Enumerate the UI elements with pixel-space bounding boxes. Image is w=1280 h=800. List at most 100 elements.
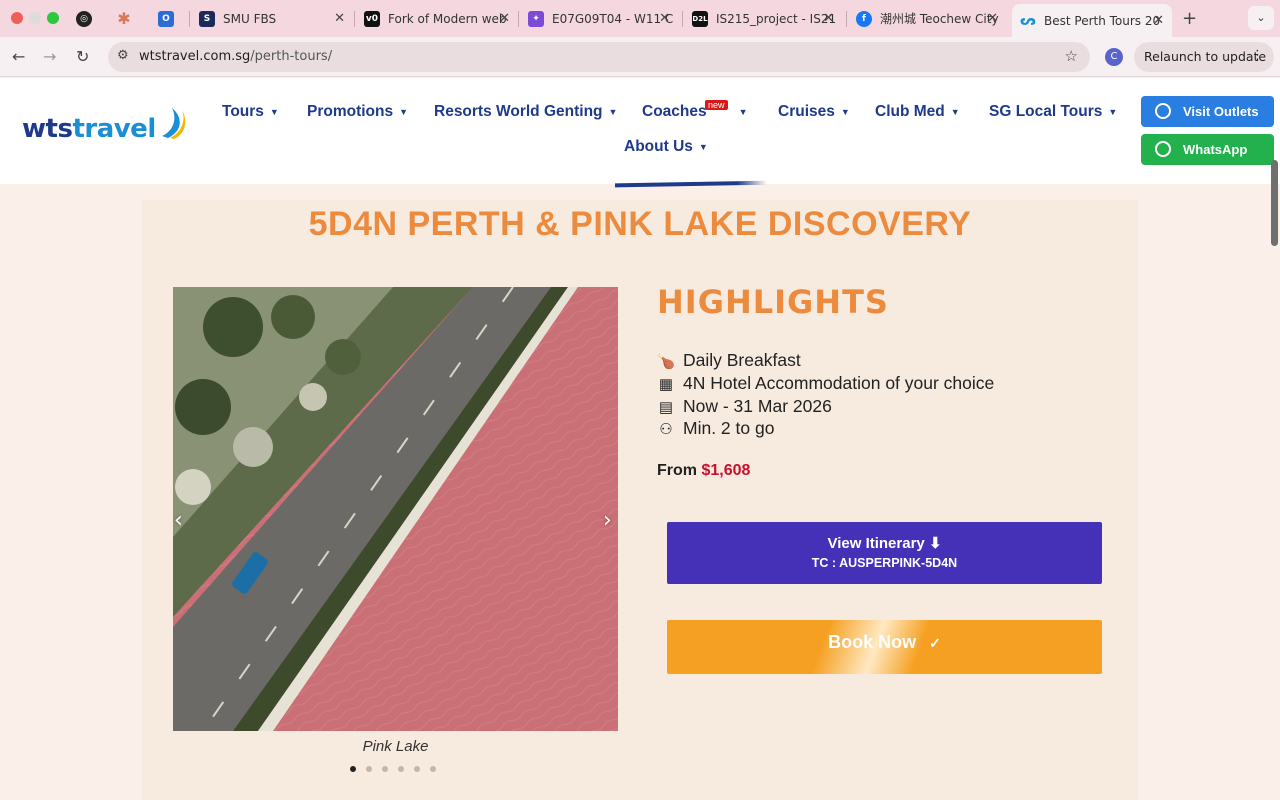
nav-about-us[interactable]: About Us ▼ [624,138,708,156]
nav-label: Resorts World Genting [434,103,603,120]
slider-next-arrow-icon[interactable]: › [603,508,612,533]
site-info-icon[interactable]: ⚙ [117,48,129,63]
tab-is215-project[interactable]: D2L IS215_project - IS21 ✕ [692,5,838,32]
app-icon: ✦ [528,10,544,27]
close-tab-icon[interactable]: ✕ [1153,13,1164,28]
pink-lake-photo [173,287,618,731]
nav-coaches[interactable]: Coaches ▼ [642,103,748,121]
slider-dot[interactable] [366,766,372,772]
url-path: /perth-tours/ [250,49,333,64]
nav-club-med[interactable]: Club Med ▼ [875,103,960,121]
download-circle-icon: ⬇ [928,535,942,552]
nav-promotions[interactable]: Promotions ▼ [307,103,408,121]
slider-dot[interactable] [350,766,356,772]
highlight-item: ▤ Now - 31 Mar 2026 [657,396,832,417]
maximize-window-button[interactable] [47,12,59,24]
caret-down-icon: ▼ [738,106,748,117]
smu-icon: S [199,10,215,27]
caret-down-icon: ▼ [269,106,279,117]
tab-teochew-city[interactable]: f 潮州城 Teochew City ✕ [856,5,1002,32]
new-badge: new [705,100,728,110]
new-tab-icon[interactable]: + [1182,8,1197,29]
site-header: wtstravel Tours ▼ Promotions ▼ Resorts Wor… [0,78,1280,184]
drumstick-icon: 🍗 [656,352,676,370]
visit-outlets-button[interactable]: Visit Outlets [1141,96,1274,127]
wts-icon: ᔕ [1020,12,1036,29]
close-tab-icon[interactable]: ✕ [334,11,345,26]
nav-tours[interactable]: Tours ▼ [222,103,279,121]
caret-down-icon: ▼ [399,106,409,117]
highlight-text: 4N Hotel Accommodation of your choice [683,373,995,393]
reload-icon[interactable]: ↻ [76,47,89,66]
tab-separator [518,11,519,27]
tab-outlook[interactable]: O [158,5,188,32]
nav-label: About Us [624,138,693,155]
minimize-window-button[interactable] [29,12,41,24]
nav-sg-local-tours[interactable]: SG Local Tours ▼ [989,103,1117,121]
page-scrollbar[interactable] [1271,160,1278,246]
close-tab-icon[interactable]: ✕ [499,11,510,26]
tour-photo-slider[interactable] [173,287,618,731]
highlight-text: Now - 31 Mar 2026 [683,396,832,416]
slider-pagination [350,766,436,772]
close-tab-icon[interactable]: ✕ [987,11,998,26]
slider-dot[interactable] [398,766,404,772]
itinerary-label: View Itinerary [827,535,925,552]
more-menu-icon[interactable]: ⋮ [1251,48,1264,63]
whatsapp-button[interactable]: WhatsApp [1141,134,1274,165]
nav-label: Tours [222,103,264,120]
book-now-button[interactable]: Book Now ✓ [667,620,1102,674]
slider-dot[interactable] [382,766,388,772]
address-bar[interactable]: ⚙ wtstravel.com.sg/perth-tours/ ☆ [108,42,1090,72]
nav-resorts-world-genting[interactable]: Resorts World Genting ▼ [434,103,617,121]
tab-separator [682,11,683,27]
calendar-icon: ▤ [658,398,674,416]
slider-prev-arrow-icon[interactable]: ‹ [174,508,183,533]
close-tab-icon[interactable]: ✕ [823,11,834,26]
nav-label: SG Local Tours [989,103,1103,120]
tab-smu-fbs[interactable]: S SMU FBS ✕ [199,5,349,32]
back-arrow-icon[interactable]: ← [12,47,25,66]
slider-dot[interactable] [414,766,420,772]
check-circle-icon: ✓ [929,635,941,651]
caret-down-icon: ▼ [698,141,708,152]
relaunch-label: Relaunch to update [1144,49,1267,64]
outlook-icon: O [158,10,174,27]
itinerary-line: View Itinerary ⬇ [667,534,1102,552]
d2l-icon: D2L [692,10,708,27]
tab-search-button[interactable]: ⌄ [1248,6,1274,30]
highlight-item: ▦ 4N Hotel Accommodation of your choice [657,373,994,394]
profile-avatar[interactable]: C [1105,48,1123,66]
hotel-icon: ▦ [658,375,674,393]
slider-dot[interactable] [430,766,436,772]
wts-travel-logo[interactable]: wtstravel [22,108,186,144]
forward-arrow-icon[interactable]: → [43,47,56,66]
photo-caption: Pink Lake [362,738,429,755]
tab-e07g09t04[interactable]: ✦ E07G09T04 - W11 C ✕ [528,5,674,32]
tab-title: Fork of Modern web [388,11,507,26]
caret-down-icon: ▼ [950,106,960,117]
logo-text-travel: travel [72,114,156,144]
visit-outlets-label: Visit Outlets [1183,104,1259,119]
highlight-text: Min. 2 to go [683,418,775,438]
v0-icon: v0 [364,10,380,27]
whatsapp-label: WhatsApp [1183,142,1248,157]
facebook-icon: f [856,10,872,27]
url-domain: wtstravel.com.sg [139,49,251,64]
tour-code: TC : AUSPERPINK-5D4N [811,556,958,570]
tab-best-perth-tours[interactable]: ᔕ Best Perth Tours 20 ✕ [1012,4,1172,37]
view-itinerary-button[interactable]: View Itinerary ⬇ TC : AUSPERPINK-5D4N [667,522,1102,584]
nav-cruises[interactable]: Cruises ▼ [778,103,850,121]
bookmark-star-icon[interactable]: ☆ [1065,47,1078,65]
tour-title: 5D4N PERTH & PINK LAKE DISCOVERY [308,205,972,243]
tab-openai[interactable]: ◎ [76,5,106,32]
book-now-label: Book Now [828,632,917,652]
tab-title: IS215_project - IS21 [716,11,837,26]
caret-down-icon: ▼ [608,106,618,117]
highlight-item: ⚇ Min. 2 to go [657,418,774,439]
relaunch-button[interactable]: Relaunch to update ⋮ [1134,42,1274,72]
close-tab-icon[interactable]: ✕ [659,11,670,26]
tab-fork-modern-web[interactable]: v0 Fork of Modern web ✕ [364,5,514,32]
close-window-button[interactable] [11,12,23,24]
tab-claude[interactable]: ✱ [116,5,146,32]
